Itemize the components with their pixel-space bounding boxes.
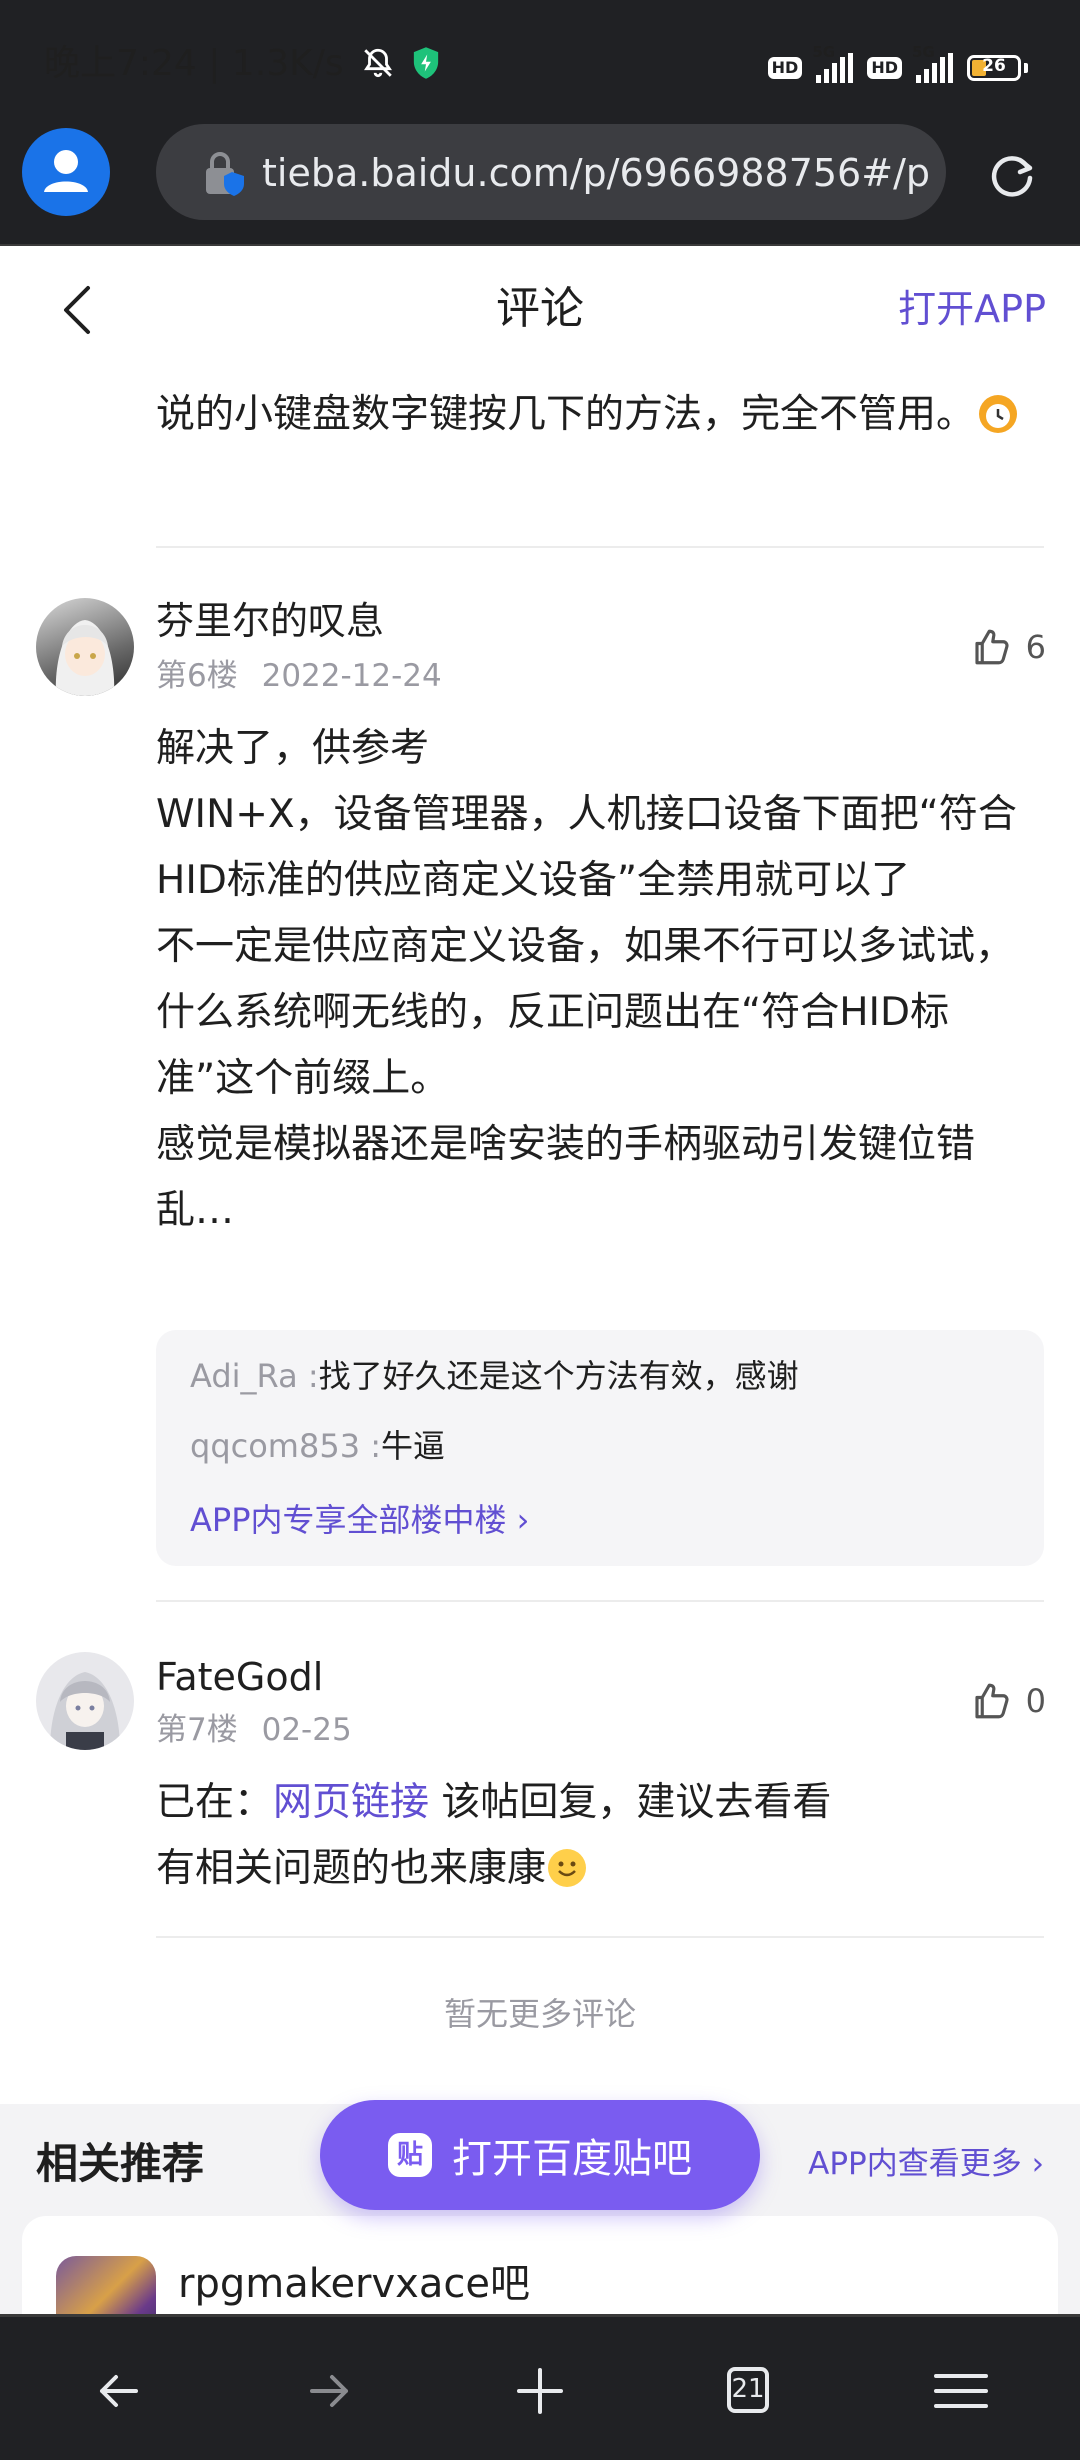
status-icons: HD 5G HD 5G 26 — [767, 43, 1028, 88]
signal-icon: 5G — [812, 43, 854, 83]
like-button[interactable]: 0 — [970, 1676, 1046, 1726]
mute-bell-icon — [364, 48, 393, 78]
hd-badge: HD — [767, 57, 803, 79]
sub-reply[interactable]: Adi_Ra :找了好久还是这个方法有效，感谢 — [190, 1354, 799, 1398]
hd-badge-2: HD — [867, 57, 902, 79]
back-icon[interactable] — [52, 280, 102, 340]
divider — [156, 546, 1044, 548]
tieba-logo-icon: 贴 — [388, 2133, 432, 2177]
prev-post-text: 说的小键盘数字键按几下的方法，完全不管用。 — [156, 382, 1046, 448]
avatar[interactable] — [36, 598, 134, 696]
refresh-icon[interactable] — [984, 148, 1040, 204]
page-title: 评论 — [496, 283, 584, 334]
no-more-comments: 暂无更多评论 — [443, 1995, 636, 2033]
url-text[interactable]: tieba.baidu.com/p/6966988756#/pos — [262, 148, 930, 198]
alarm-clock-emoji — [979, 395, 1018, 433]
tabs-icon[interactable]: 21 — [716, 2356, 786, 2426]
like-button[interactable]: 6 — [970, 622, 1046, 672]
recommend-title: 相关推荐 — [36, 2139, 205, 2188]
status-time: 晚上7:24 | 1.3K/s — [44, 42, 441, 86]
thumbs-up-icon — [975, 629, 1009, 665]
recommend-more-link[interactable]: APP内查看更多 › — [808, 2142, 1044, 2186]
account-icon[interactable] — [22, 128, 110, 216]
signal-icon-2: 5G — [912, 43, 953, 83]
forward-arrow-icon[interactable] — [294, 2356, 364, 2426]
comment-username[interactable]: 芬里尔的叹息 — [156, 596, 384, 646]
menu-icon[interactable] — [926, 2356, 996, 2426]
forum-name[interactable]: rpgmakervxace吧 — [178, 2256, 530, 2312]
comment-body: 解决了，供参考 WIN+X，设备管理器，人机接口设备下面把“符合HID标准的供应… — [156, 726, 1017, 1233]
back-arrow-icon[interactable] — [84, 2356, 154, 2426]
comment-meta: 第7楼 02-25 — [156, 1712, 352, 1748]
web-link[interactable]: 网页链接 — [273, 1780, 429, 1825]
open-app-button[interactable]: 打开APP — [898, 280, 1046, 338]
comment-meta: 第6楼 2022-12-24 — [156, 658, 442, 694]
battery-icon: 26 — [967, 55, 1021, 81]
open-tieba-button[interactable]: 贴 打开百度贴吧 — [320, 2100, 760, 2210]
new-tab-icon[interactable] — [505, 2356, 575, 2426]
sub-reply[interactable]: qqcom853 :牛逼 — [190, 1424, 445, 1468]
all-sub-replies-link[interactable]: APP内专享全部楼中楼 › — [190, 1498, 529, 1542]
divider — [156, 1600, 1044, 1602]
smile-emoji — [548, 1849, 587, 1887]
comment-username[interactable]: FateGodl — [156, 1652, 323, 1702]
thumbs-up-icon — [975, 1683, 1009, 1719]
comment-body: 已在：网页链接 该帖回复，建议去看看 有相关问题的也来康康 — [156, 1780, 832, 1891]
shield-icon — [413, 47, 438, 79]
avatar[interactable] — [36, 1652, 134, 1750]
lock-icon — [206, 152, 244, 196]
divider — [156, 1936, 1044, 1938]
